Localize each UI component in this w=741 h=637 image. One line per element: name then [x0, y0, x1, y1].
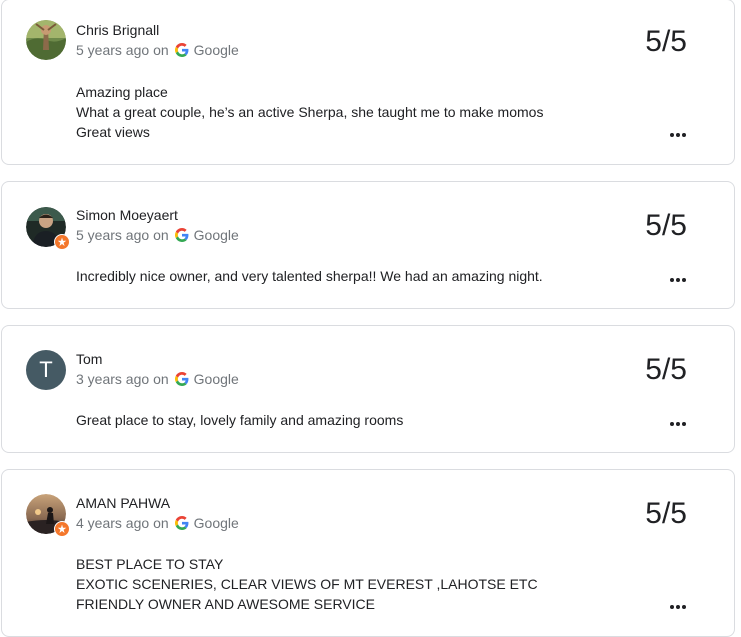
google-g-icon [174, 372, 189, 386]
review-meta: 5 years ago on Google [76, 42, 239, 58]
reviewer-name[interactable]: Tom [76, 351, 102, 367]
review-text: Great place to stay, lovely family and a… [76, 410, 403, 430]
review-text: BEST PLACE TO STAY EXOTIC SCENERIES, CLE… [76, 554, 538, 614]
google-g-icon [174, 43, 189, 57]
avatar[interactable]: T [26, 350, 66, 390]
avatar[interactable] [26, 207, 70, 250]
avatar[interactable] [26, 494, 70, 537]
review-time: 5 years ago [76, 227, 150, 243]
avatar-letter: T [39, 357, 53, 382]
more-options-icon[interactable] [669, 602, 687, 612]
review-meta: 3 years ago on Google [76, 371, 239, 387]
review-text-line: Incredibly nice owner, and very talented… [76, 268, 543, 284]
review-time: 3 years ago [76, 371, 150, 387]
google-g-icon [174, 228, 189, 242]
review-meta: 4 years ago on Google [76, 515, 239, 531]
review-meta: 5 years ago on Google [76, 227, 239, 243]
review-on: on [153, 227, 169, 243]
review-text-line: Great place to stay, lovely family and a… [76, 412, 404, 428]
local-guide-badge-icon [54, 234, 70, 250]
review-text-line: EXOTIC SCENERIES, CLEAR VIEWS OF MT EVER… [76, 576, 538, 592]
review-card: Simon Moeyaert 5 years ago on Google 5/5… [1, 181, 735, 309]
reviewer-name[interactable]: Simon Moeyaert [76, 207, 178, 223]
reviewer-name[interactable]: AMAN PAHWA [76, 495, 170, 511]
more-options-icon[interactable] [669, 130, 687, 140]
review-text-line: BEST PLACE TO STAY [76, 556, 224, 572]
review-on: on [153, 42, 169, 58]
rating-score: 5/5 [645, 209, 687, 242]
review-time: 4 years ago [76, 515, 150, 531]
avatar[interactable] [26, 20, 66, 60]
review-on: on [153, 515, 169, 531]
review-text-line: What a great couple, he’s an active Sher… [76, 104, 544, 120]
reviewer-photo [26, 20, 66, 60]
rating-score: 5/5 [645, 353, 687, 386]
review-source: Google [193, 42, 239, 58]
review-card: Chris Brignall 5 years ago on Google 5/5… [1, 0, 735, 165]
review-text-line: Great views [76, 124, 150, 140]
review-on: on [153, 371, 169, 387]
review-source: Google [193, 371, 239, 387]
more-options-icon[interactable] [669, 419, 687, 429]
more-options-icon[interactable] [669, 275, 687, 285]
rating-score: 5/5 [645, 25, 687, 58]
local-guide-badge-icon [54, 521, 70, 537]
review-time: 5 years ago [76, 42, 150, 58]
review-source: Google [193, 515, 239, 531]
google-g-icon [174, 516, 189, 530]
review-card: AMAN PAHWA 4 years ago on Google 5/5 BES… [1, 469, 735, 637]
reviewer-name[interactable]: Chris Brignall [76, 22, 159, 38]
review-card: T Tom 3 years ago on Google 5/5 Great pl… [1, 325, 735, 453]
review-text-line: FRIENDLY OWNER AND AWESOME SERVICE [76, 596, 375, 612]
rating-score: 5/5 [645, 497, 687, 530]
review-text: Incredibly nice owner, and very talented… [76, 266, 543, 286]
review-source: Google [193, 227, 239, 243]
review-text-line: Amazing place [76, 84, 168, 100]
review-text: Amazing place What a great couple, he’s … [76, 82, 543, 142]
